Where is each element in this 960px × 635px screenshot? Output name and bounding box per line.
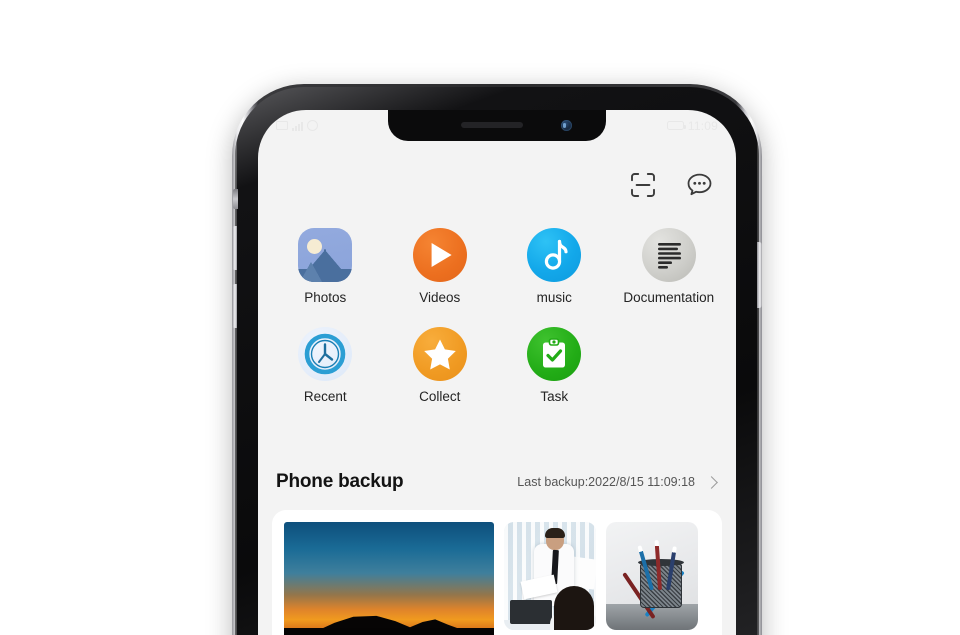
volume-down-button[interactable]	[232, 284, 237, 328]
business-meeting-photo[interactable]	[504, 522, 596, 630]
app-music[interactable]: music	[497, 228, 612, 305]
wifi-icon	[307, 120, 318, 131]
app-label: Recent	[303, 388, 347, 404]
pencil-holder-photo[interactable]	[606, 522, 698, 630]
backup-meta[interactable]: Last backup:2022/8/15 11:09:18	[517, 475, 718, 489]
front-camera-icon	[561, 120, 572, 131]
task-icon	[527, 326, 582, 381]
app-documentation[interactable]: Documentation	[612, 228, 727, 305]
phone-screen: 11:09 Photos Videos music Documentation …	[258, 110, 736, 635]
mail-icon	[276, 121, 288, 130]
scan-icon	[631, 173, 655, 197]
app-recent[interactable]: Recent	[268, 326, 383, 404]
collect-icon	[412, 326, 467, 381]
chat-icon	[687, 173, 711, 195]
app-videos[interactable]: Videos	[383, 228, 498, 305]
app-label: Collect	[419, 388, 461, 404]
app-collect[interactable]: Collect	[383, 326, 498, 404]
battery-icon	[666, 121, 686, 130]
app-photos[interactable]: Photos	[268, 228, 383, 305]
sunset-mountain-photo[interactable]	[284, 522, 494, 635]
chevron-right-icon	[705, 475, 718, 489]
app-grid: Photos Videos music Documentation Recent…	[258, 228, 736, 403]
photos-icon	[298, 228, 353, 282]
signal-icon	[292, 121, 303, 131]
app-task[interactable]: Task	[497, 326, 612, 404]
app-label: music	[536, 290, 572, 305]
documentation-icon	[641, 228, 696, 282]
backup-thumbnail-card	[272, 510, 722, 635]
music-icon	[527, 228, 582, 282]
status-bar-time: 11:09	[687, 118, 718, 133]
top-action-bar	[628, 170, 714, 200]
app-label: Videos	[419, 290, 461, 305]
screenshot-stage: 11:09 Photos Videos music Documentation …	[0, 0, 960, 635]
app-label: Documentation	[623, 290, 715, 305]
page-title: Phone backup	[276, 471, 404, 492]
earpiece-speaker-icon	[461, 122, 524, 128]
chat-button[interactable]	[684, 170, 714, 200]
power-button[interactable]	[757, 242, 762, 308]
volume-up-button[interactable]	[232, 226, 237, 270]
app-label: Task	[540, 388, 569, 404]
recent-icon	[298, 326, 353, 381]
videos-icon	[412, 228, 467, 282]
mute-switch[interactable]	[233, 189, 238, 209]
scan-button[interactable]	[628, 170, 658, 200]
phone-backup-header: Phone backup Last backup:2022/8/15 11:09…	[258, 460, 736, 504]
last-backup-time: Last backup:2022/8/15 11:09:18	[517, 475, 695, 489]
display-notch	[388, 110, 606, 141]
app-label: Photos	[304, 290, 347, 305]
